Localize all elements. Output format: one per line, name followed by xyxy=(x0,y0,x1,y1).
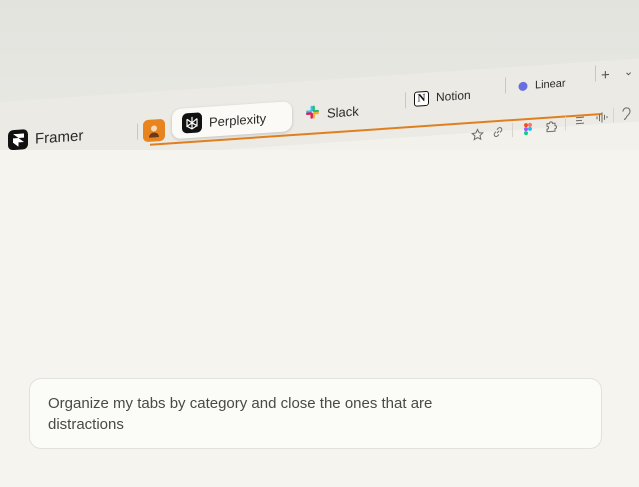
linear-icon xyxy=(518,79,528,95)
perplexity-icon xyxy=(182,112,202,134)
tab-label: Linear xyxy=(535,77,566,92)
tab-label: Slack xyxy=(327,103,359,121)
audio-icon[interactable] xyxy=(594,111,608,126)
tab-separator xyxy=(137,123,138,140)
tab-menu-button[interactable]: ⌄ xyxy=(624,56,633,87)
tab-linear[interactable]: Linear xyxy=(518,68,566,101)
framer-icon xyxy=(8,129,28,151)
slack-icon xyxy=(305,104,320,123)
toolbar-separator xyxy=(512,123,513,138)
tab-label: Framer xyxy=(35,126,84,148)
star-icon[interactable] xyxy=(470,128,484,143)
toolbar-separator xyxy=(613,108,614,123)
toolbar-separator xyxy=(565,116,566,131)
chevron-down-icon: ⌄ xyxy=(624,65,634,78)
tab-label: Perplexity xyxy=(209,110,267,130)
extension-icon[interactable] xyxy=(544,119,558,134)
avatar-tab-icon xyxy=(143,118,165,143)
link-icon[interactable] xyxy=(491,126,505,141)
tab-separator xyxy=(595,65,596,82)
tab-avatar[interactable] xyxy=(143,115,165,146)
tab-label: Notion xyxy=(436,87,471,105)
figma-icon[interactable] xyxy=(521,122,535,137)
prompt-text: Organize my tabs by category and close t… xyxy=(48,395,433,433)
tab-notion[interactable]: N Notion xyxy=(414,80,471,114)
tab-slack[interactable]: Slack xyxy=(305,96,359,130)
tab-separator xyxy=(505,77,506,94)
list-icon[interactable] xyxy=(573,114,587,129)
prompt-input[interactable]: Organize my tabs by category and close t… xyxy=(29,378,602,449)
tab-separator xyxy=(405,92,406,109)
notion-icon: N xyxy=(414,90,429,107)
plus-icon: + xyxy=(601,65,610,84)
ear-icon[interactable] xyxy=(620,107,634,122)
new-tab-button[interactable]: + xyxy=(601,59,610,90)
